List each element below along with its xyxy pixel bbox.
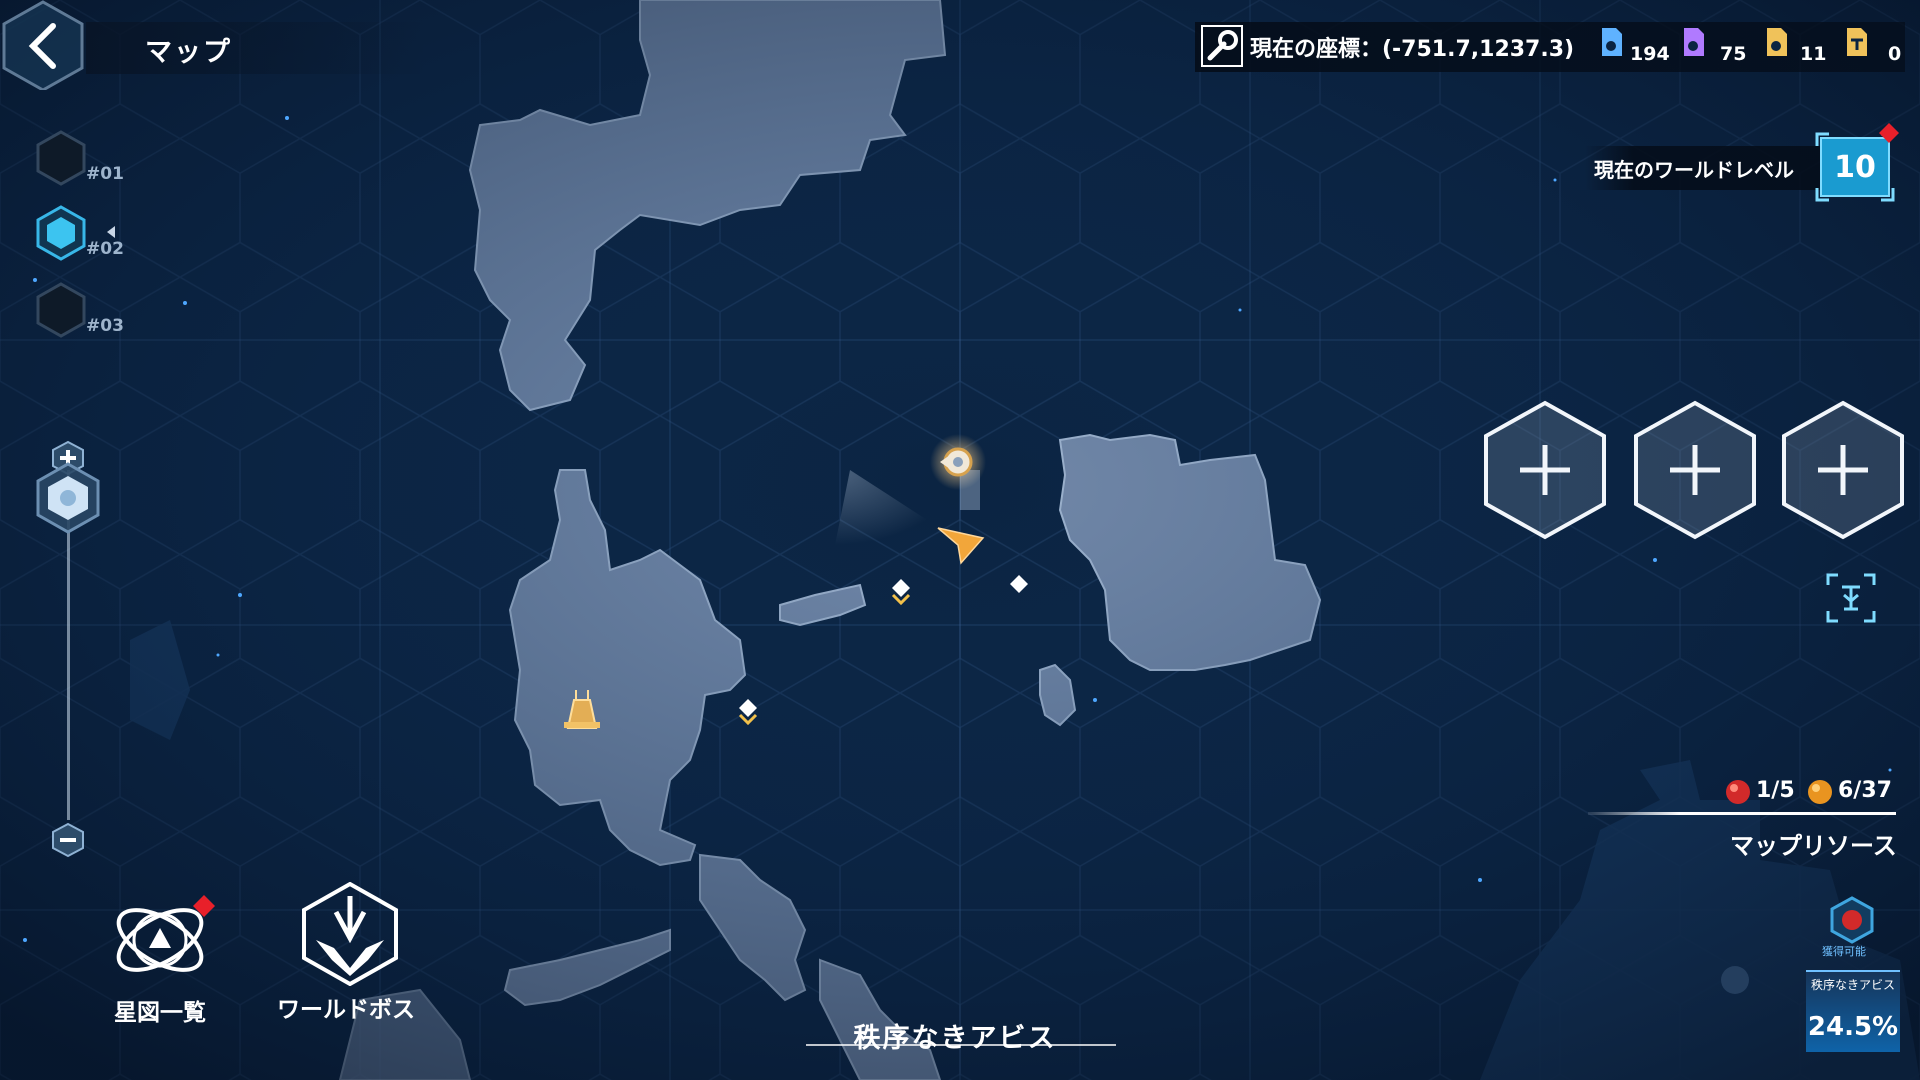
resource-blue xyxy=(1600,26,1624,62)
orange-gem-icon xyxy=(1806,778,1834,810)
divider xyxy=(1588,812,1896,815)
zoom-out-button[interactable] xyxy=(50,822,86,862)
resource-key-count: 0 xyxy=(1888,43,1902,65)
floor-button-03[interactable]: #03 xyxy=(36,282,124,342)
plus-icon xyxy=(1484,400,1606,540)
world-boss-emblem-icon xyxy=(302,881,398,987)
alert-badge-icon xyxy=(1878,122,1900,148)
obtainable-label: 獲得可能 xyxy=(1822,945,1866,958)
slot-button-2[interactable] xyxy=(1632,400,1758,540)
resource-key xyxy=(1845,26,1869,62)
map-resource-button[interactable]: マップリソース xyxy=(1730,826,1897,861)
floor-label-02: #02 xyxy=(86,239,124,259)
zoom-slider-handle[interactable] xyxy=(34,462,102,538)
slot-button-3[interactable] xyxy=(1780,400,1906,540)
resource-purple-count: 75 xyxy=(1720,43,1747,65)
resource-purple xyxy=(1682,26,1706,62)
back-button[interactable] xyxy=(0,0,86,92)
purple-chip-icon xyxy=(1684,28,1704,56)
floor-button-01[interactable]: #01 xyxy=(36,130,124,190)
resource-gold xyxy=(1765,26,1789,62)
wrench-button[interactable] xyxy=(1200,24,1244,72)
world-boss-label: ワールドボス xyxy=(277,997,415,1023)
area-name-underline xyxy=(806,1044,1116,1046)
blue-chip-icon xyxy=(1602,28,1622,56)
minus-icon xyxy=(52,822,84,858)
hexagon-icon xyxy=(36,282,86,338)
star-chart-label: 星図一覧 xyxy=(114,1000,206,1026)
world-level-label: 現在のワールドレベル xyxy=(1594,158,1794,182)
dim-npc-icon xyxy=(1721,966,1749,994)
resource-gold-count: 11 xyxy=(1800,43,1827,65)
hexagon-selected-icon xyxy=(36,205,86,261)
hexagon-icon xyxy=(36,130,86,186)
coordinates-label: 現在の座標：(-751.7,1237.3) xyxy=(1250,37,1575,62)
floor-label-03: #03 xyxy=(86,316,124,336)
world-level-value: 10 xyxy=(1834,150,1876,185)
abyss-progress-percent: 24.5% xyxy=(1807,1012,1899,1042)
floor-button-02[interactable]: #02 xyxy=(36,205,124,265)
world-boss-button[interactable] xyxy=(298,881,402,990)
resource-blue-count: 194 xyxy=(1630,43,1670,65)
red-gem-count: 1/5 xyxy=(1756,778,1795,803)
gold-key-icon xyxy=(1847,28,1867,56)
star-chart-alert-icon xyxy=(192,894,216,922)
abyss-card-title: 秩序なきアビス xyxy=(1810,978,1895,992)
gold-chip-icon xyxy=(1767,28,1787,56)
plus-icon xyxy=(1782,400,1904,540)
wrench-icon xyxy=(1201,25,1243,67)
slot-button-1[interactable] xyxy=(1482,400,1608,540)
plus-icon xyxy=(1634,400,1756,540)
page-title: マップ xyxy=(145,37,232,68)
orange-gem-count: 6/37 xyxy=(1838,778,1892,803)
abyss-gem-icon[interactable] xyxy=(1828,896,1876,948)
chevron-left-icon xyxy=(2,0,84,92)
zoom-handle-icon xyxy=(36,462,100,534)
recenter-button[interactable] xyxy=(1826,573,1876,627)
red-gem-icon xyxy=(1724,778,1752,810)
recenter-icon xyxy=(1826,573,1876,623)
selected-caret-icon xyxy=(107,226,115,238)
title-bar xyxy=(86,22,426,74)
floor-label-01: #01 xyxy=(86,164,124,184)
area-name-label: 秩序なきアビス xyxy=(853,1023,1057,1054)
